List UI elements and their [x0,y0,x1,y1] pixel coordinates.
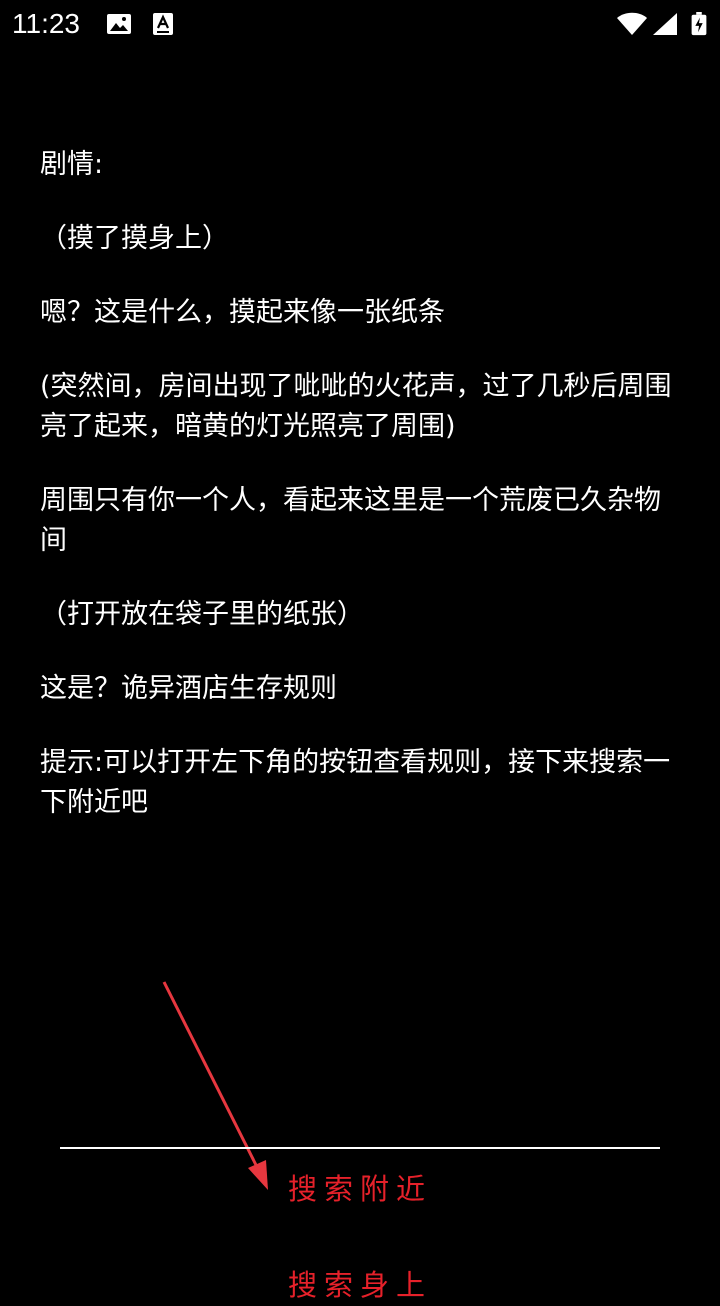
font-notification-icon [153,13,173,35]
battery-charging-icon [691,12,707,36]
divider [60,1147,660,1149]
status-bar: 11:23 [0,0,720,48]
story-paragraph: （摸了摸身上） [40,223,229,254]
story-paragraph: 提示:可以打开左下角的按钮查看规则，接下来搜索一下附近吧 [40,747,671,818]
story-paragraph: 这是？诡异酒店生存规则 [40,673,337,704]
search-self-button[interactable]: 搜索身上 [0,1264,720,1306]
story-paragraph: (突然间，房间出现了呲呲的火花声，过了几秒后周围亮了起来，暗黄的灯光照亮了周围) [40,371,672,442]
story-paragraph: 周围只有你一个人，看起来这里是一个荒废已久杂物间 [40,485,661,556]
story-paragraph: （打开放在袋子里的纸张） [40,599,364,630]
cellular-signal-icon [653,13,677,35]
image-notification-icon [107,14,131,34]
story-paragraph: 剧情: [40,149,104,180]
story-paragraph: 嗯？这是什么，摸起来像一张纸条 [40,297,445,328]
search-nearby-button[interactable]: 搜索附近 [0,1168,720,1210]
status-time: 11:23 [12,8,80,39]
wifi-icon [617,12,647,35]
story-text: 剧情: （摸了摸身上） 嗯？这是什么，摸起来像一张纸条 (突然间，房间出现了呲呲… [40,145,680,857]
